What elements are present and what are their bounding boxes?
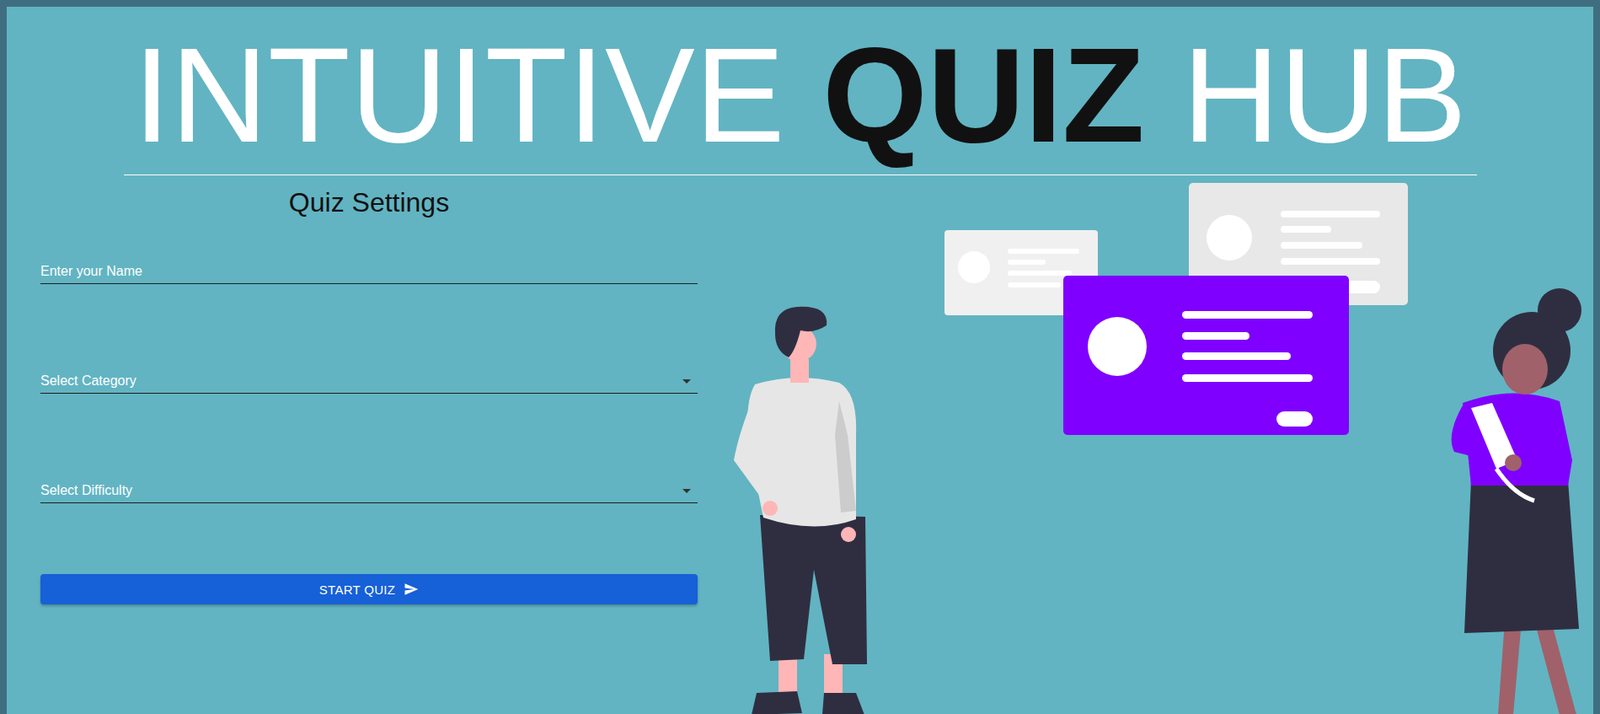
people-cards-illustration — [729, 181, 1587, 714]
title-part: HUB — [1182, 27, 1467, 163]
dropdown-caret-icon[interactable] — [682, 379, 691, 384]
dropdown-caret-icon[interactable] — [682, 488, 691, 493]
app-title: INTUITIVE QUIZ HUB — [6, 27, 1594, 163]
name-input[interactable] — [40, 263, 698, 279]
title-divider — [123, 174, 1477, 176]
woman-figure-icon — [1451, 288, 1582, 714]
select-placeholder[interactable]: Select Difficulty — [40, 482, 133, 498]
illustration-area — [729, 175, 1594, 714]
start-quiz-button[interactable]: START QUIZ — [40, 573, 698, 605]
purple-card-icon — [1063, 275, 1349, 435]
name-input-field[interactable] — [40, 250, 698, 284]
title-part: QUIZ — [822, 27, 1145, 163]
settings-heading: Quiz Settings — [40, 186, 698, 219]
select-field[interactable]: Select Category — [40, 359, 698, 394]
title-part: INTUITIVE — [133, 27, 785, 163]
quiz-page: INTUITIVE QUIZ HUB Quiz Settings Select Cate… — [0, 0, 1600, 714]
man-figure-icon — [733, 306, 867, 714]
quiz-settings-form: Quiz Settings Select Category Select Diffi… — [40, 175, 698, 714]
send-icon[interactable] — [403, 581, 419, 597]
start-quiz-label[interactable]: START QUIZ — [319, 582, 396, 597]
select-placeholder[interactable]: Select Category — [40, 373, 137, 389]
select-field[interactable]: Select Difficulty — [40, 469, 698, 504]
